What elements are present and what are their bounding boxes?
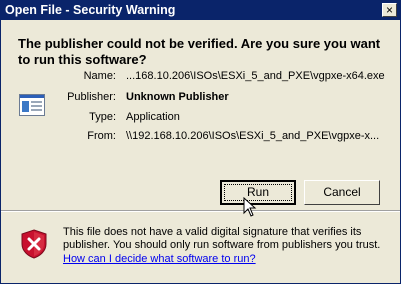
warning-heading: The publisher could not be verified. Are… [18,36,381,67]
details-panel: The publisher could not be verified. Are… [1,20,400,210]
window-title: Open File - Security Warning [5,3,176,17]
from-label: From: [87,130,116,142]
warning-panel: This file does not have a valid digital … [1,212,400,283]
cancel-button[interactable]: Cancel [304,180,380,205]
close-button[interactable]: × [382,3,397,17]
type-value: Application [126,111,180,123]
type-label: Type: [89,111,116,123]
help-link[interactable]: How can I decide what software to run? [63,253,256,265]
close-icon: × [385,3,393,17]
security-shield-icon [21,229,47,259]
name-value: ...168.10.206\ISOs\ESXi_5_and_PXE\vgpxe-… [126,70,385,82]
publisher-value: Unknown Publisher [126,91,229,103]
mouse-cursor-icon [243,197,257,217]
signature-warning-text: This file does not have a valid digital … [63,226,381,251]
security-warning-dialog: Open File - Security Warning × The publi… [0,0,401,284]
run-button[interactable]: Run [220,180,296,205]
name-label: Name: [83,70,116,82]
focus-rectangle [224,184,292,201]
publisher-label: Publisher: [67,91,116,103]
from-value: \\192.168.10.206\ISOs\ESXi_5_and_PXE\vgp… [126,130,380,142]
cancel-button-label: Cancel [323,185,361,199]
title-bar[interactable]: Open File - Security Warning × [1,1,400,20]
